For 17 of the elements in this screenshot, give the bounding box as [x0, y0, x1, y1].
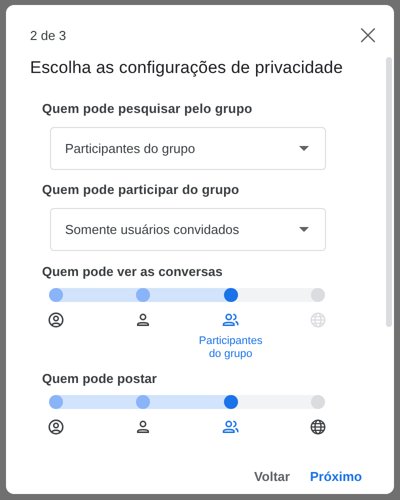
slider-stop[interactable] [49, 288, 63, 302]
close-button[interactable]: × [356, 23, 380, 47]
slider-label: Quem pode postar [42, 371, 158, 386]
dropdown[interactable]: Participantes do grupo [50, 127, 326, 170]
field-label: Quem pode pesquisar pelo grupo [42, 101, 254, 116]
slider-stop[interactable] [49, 395, 63, 409]
dropdown-caret-icon [299, 146, 309, 151]
option-caption: Participantes do grupo [198, 335, 264, 361]
back-button[interactable]: Voltar [248, 463, 296, 490]
dialog-title: Escolha as configurações de privacidade [30, 58, 344, 78]
scrollbar-thumb[interactable] [386, 57, 392, 327]
step-counter: 2 de 3 [30, 28, 66, 42]
field-label: Quem pode participar do grupo [42, 182, 240, 197]
dropdown-caret-icon [299, 227, 309, 232]
slider-label: Quem pode ver as conversas [42, 264, 224, 279]
next-button[interactable]: Próximo [304, 463, 368, 490]
dropdown[interactable]: Somente usuários convidados [50, 208, 326, 251]
